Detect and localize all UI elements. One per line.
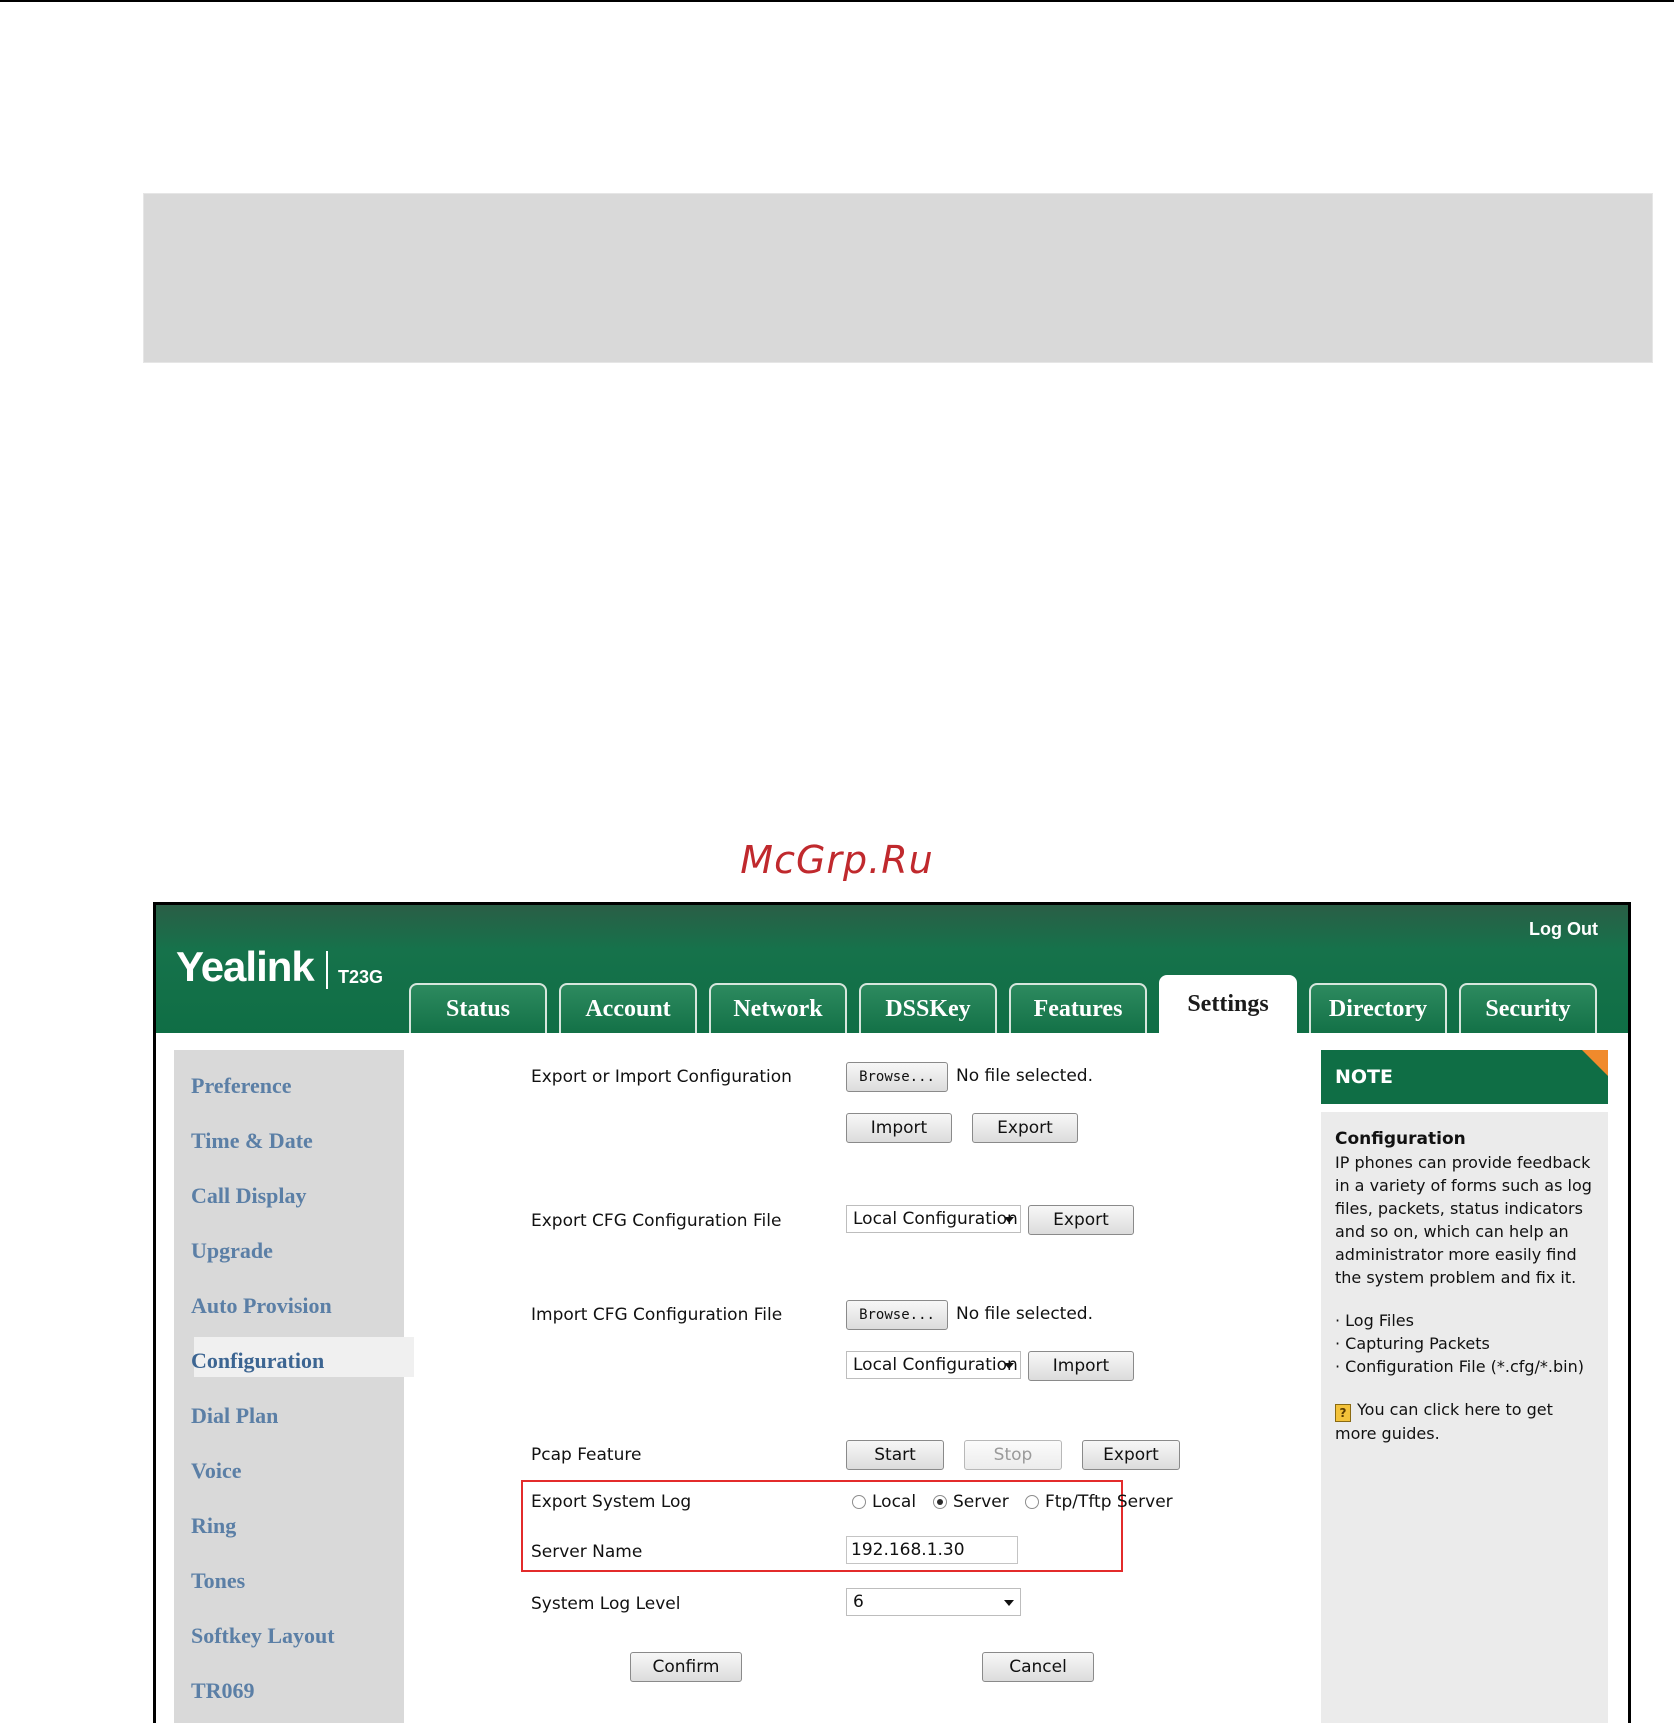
pcap-feature-label: Pcap Feature [531, 1445, 642, 1465]
logo-separator [326, 951, 328, 989]
note-title: Configuration [1335, 1129, 1466, 1149]
no-file-text-1: No file selected. [956, 1066, 1093, 1086]
radio-server-label: Server [953, 1492, 1009, 1512]
tab-network[interactable]: Network [709, 983, 847, 1033]
browse-button-2[interactable]: Browse... [846, 1300, 948, 1330]
guide-icon: ? [1335, 1404, 1351, 1422]
top-rule [0, 0, 1674, 2]
confirm-button[interactable]: Confirm [630, 1652, 742, 1682]
tab-features[interactable]: Features [1009, 983, 1147, 1033]
sidebar-item-time-date[interactable]: Time & Date [191, 1128, 313, 1154]
note-list: · Log Files · Capturing Packets · Config… [1335, 1309, 1594, 1378]
sidebar-item-preference[interactable]: Preference [191, 1073, 292, 1099]
tab-status[interactable]: Status [409, 983, 547, 1033]
cancel-button[interactable]: Cancel [982, 1652, 1094, 1682]
radio-ftp[interactable] [1025, 1495, 1039, 1509]
note-text: IP phones can provide feedback in a vari… [1335, 1153, 1592, 1287]
server-name-input[interactable]: 192.168.1.30 [846, 1536, 1018, 1564]
note-list-item: · Log Files [1335, 1311, 1414, 1330]
radio-server[interactable] [933, 1495, 947, 1509]
watermark: McGrp.Ru [740, 838, 934, 882]
import-cfg-select-value: Local Configuration [853, 1355, 1018, 1375]
sidebar-item-tones[interactable]: Tones [191, 1568, 245, 1594]
pcap-export-button[interactable]: Export [1082, 1440, 1180, 1470]
import-cfg-label: Import CFG Configuration File [531, 1305, 783, 1325]
export-cfg-label: Export CFG Configuration File [531, 1211, 782, 1231]
note-guide-text: You can click here to get more guides. [1335, 1400, 1553, 1443]
chevron-down-icon [1004, 1217, 1014, 1223]
sidebar-item-voice[interactable]: Voice [191, 1458, 242, 1484]
sidebar-item-dial-plan[interactable]: Dial Plan [191, 1403, 278, 1429]
no-file-text-2: No file selected. [956, 1304, 1093, 1324]
sidebar-item-call-display[interactable]: Call Display [191, 1183, 307, 1209]
model-label: T23G [338, 967, 384, 987]
logout-link[interactable]: Log Out [1529, 919, 1598, 940]
radio-ftp-label: Ftp/Tftp Server [1045, 1492, 1173, 1512]
sidebar-item-auto-provision[interactable]: Auto Provision [191, 1293, 332, 1319]
pcap-start-button[interactable]: Start [846, 1440, 944, 1470]
note-header-label: NOTE [1335, 1066, 1393, 1088]
note-list-item: · Configuration File (*.cfg/*.bin) [1335, 1357, 1584, 1376]
server-name-label: Server Name [531, 1542, 643, 1562]
tab-account[interactable]: Account [559, 983, 697, 1033]
chevron-down-icon [1004, 1363, 1014, 1369]
header-bar: Yealink T23G Log Out Status Account Netw… [156, 905, 1628, 1033]
radio-local-label: Local [872, 1492, 917, 1512]
yealink-logo: Yealink [176, 943, 315, 990]
note-body: Configuration IP phones can provide feed… [1321, 1112, 1608, 1723]
export-cfg-select[interactable]: Local Configuration [846, 1205, 1021, 1233]
tab-directory[interactable]: Directory [1309, 983, 1447, 1033]
gray-banner [143, 193, 1653, 363]
note-corner-icon [1582, 1050, 1608, 1076]
import-button-1[interactable]: Import [846, 1113, 952, 1143]
tab-security[interactable]: Security [1459, 983, 1597, 1033]
export-system-log-label: Export System Log [531, 1492, 692, 1512]
sidebar-item-tr069[interactable]: TR069 [191, 1678, 255, 1704]
note-guide-link[interactable]: ? You can click here to get more guides. [1335, 1398, 1594, 1445]
pcap-stop-button[interactable]: Stop [964, 1440, 1062, 1470]
note-list-item: · Capturing Packets [1335, 1334, 1490, 1353]
web-ui-screenshot: Yealink T23G Log Out Status Account Netw… [153, 902, 1631, 1723]
chevron-down-icon [1004, 1600, 1014, 1606]
sidebar-item-softkey-layout[interactable]: Softkey Layout [191, 1623, 335, 1649]
log-level-select[interactable]: 6 [846, 1588, 1021, 1616]
browse-button-1[interactable]: Browse... [846, 1062, 948, 1092]
sidebar-item-configuration[interactable]: Configuration [191, 1348, 324, 1374]
export-cfg-button[interactable]: Export [1028, 1205, 1134, 1235]
sidebar-item-ring[interactable]: Ring [191, 1513, 236, 1539]
tab-dsskey[interactable]: DSSKey [859, 983, 997, 1033]
import-cfg-button[interactable]: Import [1028, 1351, 1134, 1381]
export-cfg-select-value: Local Configuration [853, 1209, 1018, 1229]
export-import-config-label: Export or Import Configuration [531, 1067, 792, 1087]
note-header: NOTE [1321, 1050, 1608, 1104]
system-log-level-label: System Log Level [531, 1594, 681, 1614]
tab-settings[interactable]: Settings [1159, 975, 1297, 1033]
export-button-1[interactable]: Export [972, 1113, 1078, 1143]
sidebar-item-upgrade[interactable]: Upgrade [191, 1238, 273, 1264]
import-cfg-select[interactable]: Local Configuration [846, 1351, 1021, 1379]
radio-local[interactable] [852, 1495, 866, 1509]
log-level-select-value: 6 [853, 1592, 864, 1612]
